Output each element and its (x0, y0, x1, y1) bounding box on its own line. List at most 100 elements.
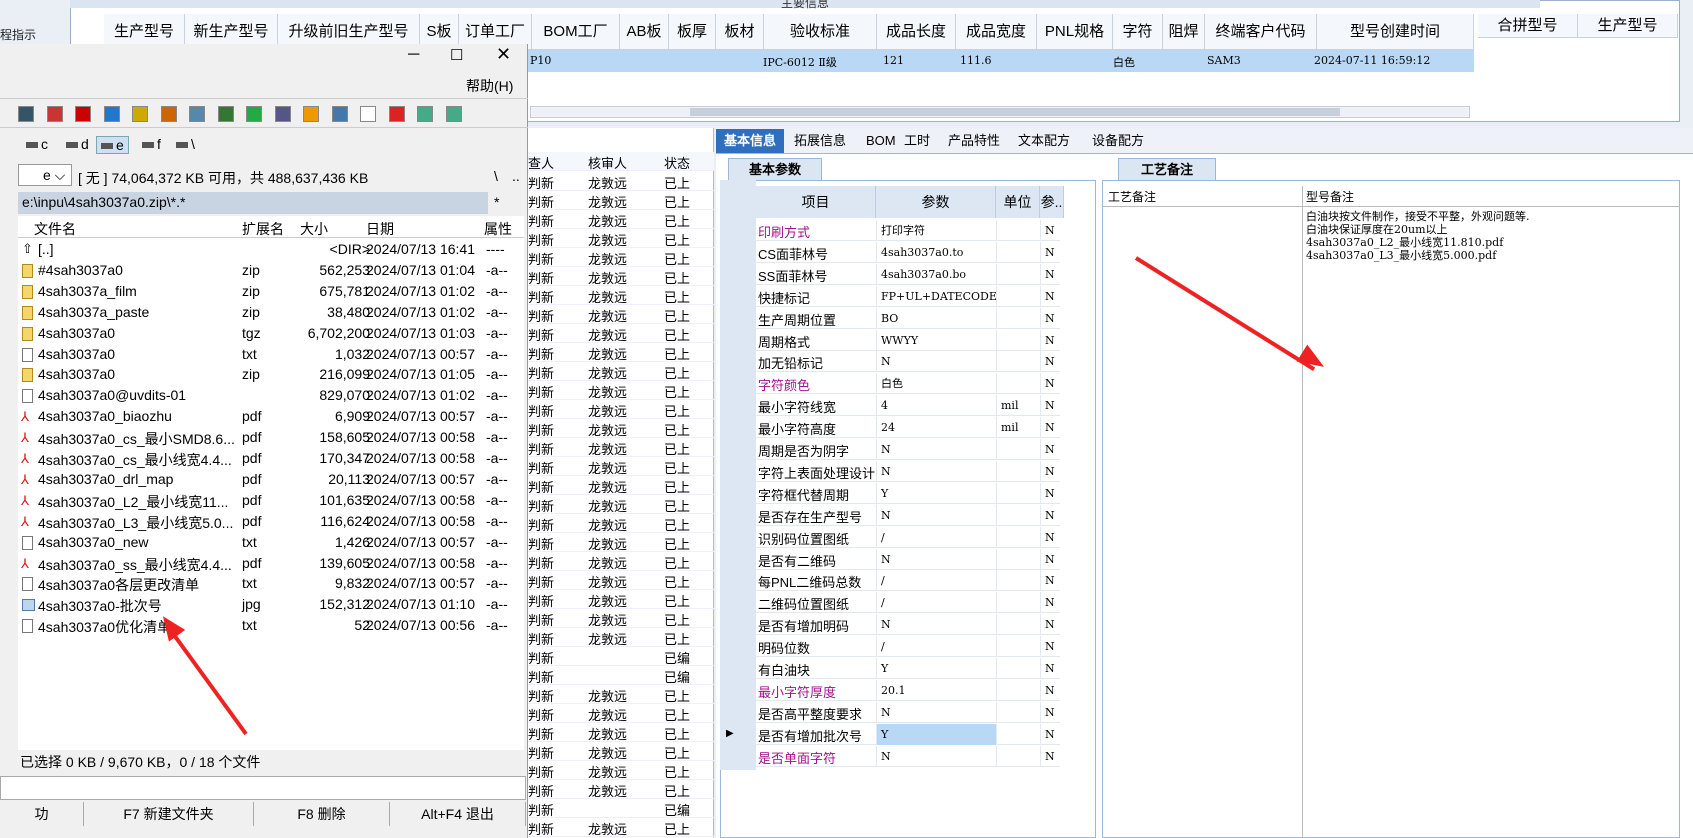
toolbar-icon[interactable] (331, 106, 348, 122)
toolbar-icon[interactable] (360, 106, 376, 122)
list-item[interactable]: 判新 龙敦远 已上 (528, 495, 714, 514)
param-row[interactable]: 生产周期位置 BO N (756, 307, 1060, 329)
list-item[interactable]: 判新 龙敦远 已上 (528, 229, 714, 248)
param-row[interactable]: CS面菲林号 4sah3037a0.to N (756, 241, 1060, 263)
path-mask[interactable]: * (494, 194, 499, 210)
list-item[interactable]: 判新 龙敦远 已上 (528, 571, 714, 590)
param-row[interactable]: 字符颜色 白色 N (756, 373, 1060, 395)
tab-0[interactable]: 基本信息 (716, 129, 785, 153)
toolbar-icon[interactable] (303, 106, 319, 122)
path-text[interactable]: e:\inpu\4sah3037a0.zip\*.* (22, 194, 185, 210)
param-row[interactable]: 快捷标记 FP+UL+DATECODE N (756, 285, 1060, 307)
mid-header-2[interactable]: 状态 (664, 153, 690, 172)
drive-2[interactable]: e (96, 136, 129, 154)
tab-3[interactable]: 工时 (896, 129, 938, 153)
toolbar-icon[interactable] (246, 106, 262, 122)
param-row[interactable]: 是否有增加明码 N N (756, 614, 1060, 636)
list-item[interactable]: 判新 龙敦远 已上 (528, 286, 714, 305)
toolbar-icon[interactable] (274, 106, 291, 122)
column-header-7[interactable]: 板厚 (669, 14, 716, 50)
drive-0[interactable]: c (22, 136, 52, 152)
file-row[interactable]: #4sah3037a0 zip 562,253 2024/07/13 01:04 -a-… (20, 261, 520, 282)
list-item[interactable]: 判新 已编 (528, 647, 714, 666)
param-value[interactable]: N (876, 614, 996, 636)
param-row[interactable]: 二维码位置图纸 / N (756, 592, 1060, 614)
param-value[interactable]: N (876, 548, 996, 570)
list-item[interactable]: 判新 龙敦远 已上 (528, 400, 714, 419)
fkey-button-1[interactable]: F7 新建文件夹 (84, 802, 254, 826)
param-row[interactable]: 是否单面字符 N N (756, 745, 1060, 767)
tab-5[interactable]: 文本配方 (1010, 129, 1078, 153)
param-value[interactable]: N (876, 504, 996, 526)
list-item[interactable]: 判新 龙敦远 已上 (528, 723, 714, 742)
list-item[interactable]: 判新 龙敦远 已上 (528, 248, 714, 267)
param-value[interactable]: N (876, 745, 996, 767)
list-item[interactable]: 判新 龙敦远 已上 (528, 381, 714, 400)
param-row[interactable]: 是否有增加批次号 Y N (756, 723, 1060, 745)
list-item[interactable]: 判新 龙敦远 已上 (528, 419, 714, 438)
param-row[interactable]: 最小字符线宽 4 mil N (756, 395, 1060, 417)
list-item[interactable]: 判新 龙敦远 已上 (528, 780, 714, 799)
drive-1[interactable]: d (62, 136, 93, 152)
list-item[interactable]: 判新 龙敦远 已上 (528, 438, 714, 457)
file-row[interactable]: ⅄ 4sah3037a0_L3_最小线宽5.0... pdf 116,624 2024/… (20, 512, 520, 533)
command-line[interactable] (0, 776, 526, 800)
param-value[interactable]: BO (876, 307, 996, 329)
mid-header-0[interactable]: 查人 (528, 153, 554, 172)
param-value[interactable]: Y (876, 482, 996, 504)
param-value[interactable]: / (876, 526, 996, 548)
file-row[interactable]: ⅄ 4sah3037a0_cs_最小线宽4.4... pdf 170,347 2024/… (20, 449, 520, 470)
column-header-10[interactable]: 成品长度 (877, 14, 956, 50)
param-row[interactable]: 印刷方式 打印字符 N (756, 220, 1060, 241)
list-item[interactable]: 判新 龙敦远 已上 (528, 514, 714, 533)
param-value[interactable]: 24 (876, 417, 996, 439)
root-button[interactable]: \ (494, 168, 498, 184)
param-value[interactable]: 4sah3037a0.to (876, 241, 996, 263)
list-item[interactable]: 判新 龙敦远 已上 (528, 609, 714, 628)
param-row[interactable]: 字符上表面处理设计 N N (756, 460, 1060, 482)
column-header-8[interactable]: 板材 (716, 14, 764, 50)
toolbar-icon[interactable] (132, 106, 148, 122)
file-row[interactable]: 4sah3037a_film zip 675,781 2024/07/13 01:02… (20, 282, 520, 303)
list-item[interactable]: 判新 龙敦远 已上 (528, 210, 714, 229)
file-row[interactable]: 4sah3037a0各层更改清单 txt 9,832 2024/07/13 00:57… (20, 574, 520, 595)
grid-header-0[interactable]: 项目 (756, 186, 876, 218)
list-item[interactable]: 判新 龙敦远 已上 (528, 172, 714, 191)
craft-tab[interactable]: 工艺备注 (1118, 158, 1217, 180)
list-item[interactable]: 判新 龙敦远 已上 (528, 818, 714, 837)
param-value[interactable]: N (876, 460, 996, 482)
list-item[interactable]: 判新 龙敦远 已上 (528, 704, 714, 723)
toolbar-icon[interactable] (160, 106, 177, 122)
file-row[interactable]: 4sah3037a0 zip 216,099 2024/07/13 01:05 -a-- (20, 365, 520, 386)
file-row[interactable]: ⅄ 4sah3037a0_biaozhu pdf 6,909 2024/07/13 00… (20, 407, 520, 428)
param-row[interactable]: 最小字符厚度 20.1 N (756, 679, 1060, 701)
file-row[interactable]: 4sah3037a0优化清单 txt 52 2024/07/13 00:56 -a-- (20, 616, 520, 637)
toolbar-icon[interactable] (445, 106, 462, 122)
param-row[interactable]: 是否存在生产型号 N N (756, 504, 1060, 526)
param-value[interactable]: Y (876, 723, 996, 745)
toolbar-icon[interactable] (388, 106, 405, 122)
param-row[interactable]: 有白油块 Y N (756, 658, 1060, 679)
col-size[interactable]: 大小 (300, 219, 328, 239)
list-item[interactable]: 判新 龙敦远 已上 (528, 362, 714, 381)
list-item[interactable]: 判新 龙敦远 已上 (528, 742, 714, 761)
param-row[interactable]: 加无铅标记 N N (756, 351, 1060, 373)
toolbar-icon[interactable] (18, 106, 34, 122)
param-value[interactable]: WWYY (876, 329, 996, 351)
list-item[interactable]: 判新 龙敦远 已上 (528, 267, 714, 286)
col-date[interactable]: 日期 (366, 219, 394, 239)
toolbar-icon[interactable] (217, 106, 234, 122)
drive-select[interactable]: e ⌵ (18, 164, 72, 186)
column-header-13[interactable]: 字符 (1113, 14, 1163, 50)
list-item[interactable]: 判新 龙敦远 已上 (528, 533, 714, 552)
fkey-button-2[interactable]: F8 删除 (254, 802, 390, 826)
drive-3[interactable]: f (138, 136, 165, 152)
drive-4[interactable]: \ (172, 136, 199, 152)
tab-6[interactable]: 设备配方 (1084, 129, 1152, 153)
col-name[interactable]: 文件名 (34, 219, 76, 239)
list-item[interactable]: 判新 龙敦远 已上 (528, 343, 714, 362)
param-value[interactable]: / (876, 636, 996, 658)
param-value[interactable]: 白色 (876, 373, 996, 395)
fkey-button-0[interactable]: 功 (0, 802, 84, 826)
file-row[interactable]: ⅄ 4sah3037a0_cs_最小SMD8.6... pdf 158,605 2024… (20, 428, 520, 449)
